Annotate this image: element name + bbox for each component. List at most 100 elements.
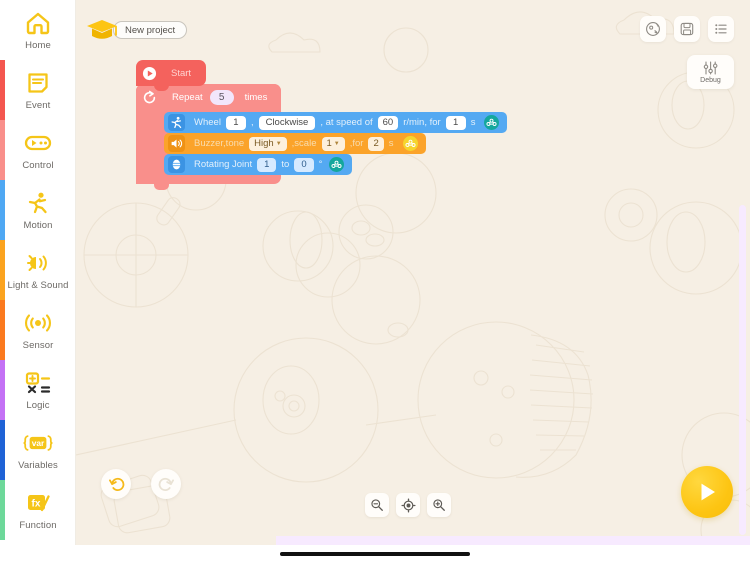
cloud-icon[interactable] [329,157,345,172]
sidebar-item-home[interactable]: Home [0,0,76,60]
horizontal-scrollbar[interactable] [276,536,750,545]
buzzer-label-1: Buzzer,tone [194,138,245,149]
repeat-label-before: Repeat [172,91,203,103]
sidebar-item-label: Sensor [22,340,54,351]
joint-label-1: Rotating Joint [194,159,253,170]
debug-button[interactable]: Debug [687,55,734,89]
svg-text:fx: fx [32,499,41,510]
top-toolbar [640,16,734,42]
variables-icon: var [23,429,53,457]
wheel-label-1: Wheel [194,117,221,128]
buzzer-label-for: ,for [349,138,364,149]
control-icon [23,129,53,157]
sidebar-item-light-sound[interactable]: Light & Sound [0,240,76,300]
run-play-icon [701,483,715,501]
loop-icon [142,90,157,105]
workspace-canvas[interactable]: New project Debug Repeat 5 times Start W… [76,0,750,545]
redo-icon [158,477,174,491]
joint-label-degree: ° [318,159,323,170]
sidebar-item-label: Light & Sound [7,280,69,291]
run-button[interactable] [681,466,733,518]
start-block[interactable]: Start [136,60,206,86]
joint-label-to: to [281,159,290,170]
graduation-cap-icon [85,16,119,44]
zoom-in-icon [433,499,445,511]
redo-button[interactable] [151,469,181,499]
repeat-count-input[interactable]: 5 [209,89,234,105]
sidebar-item-label: Control [22,160,54,171]
sidebar-item-control[interactable]: Control [0,120,76,180]
joint-angle-input[interactable]: 0 [294,157,314,172]
motion-icon [23,189,53,217]
speaker-icon [168,135,185,152]
wheel-label-comma: , [250,117,254,128]
repeat-label-after: times [244,91,268,103]
wheel-label-seconds: s [470,117,476,128]
project-chip[interactable]: New project [85,16,188,44]
sidebar-strip-control [0,120,5,180]
cloud-icon[interactable] [402,136,418,151]
joint-index-input[interactable]: 1 [257,157,277,172]
sensor-icon [23,309,53,337]
logic-icon [23,369,53,397]
buzzer-tone-select[interactable]: High ▼ [249,136,287,151]
buzzer-scale-value: 1 [326,138,332,149]
motion-run-icon [168,114,185,131]
repeat-block-arm [136,110,164,169]
center-target-icon [400,497,416,513]
wheel-label-unit: r/min, for [403,117,441,128]
sidebar-item-event[interactable]: Event [0,60,76,120]
cloud-icon[interactable] [484,115,500,130]
vertical-scrollbar[interactable] [739,205,746,535]
sidebar-item-logic[interactable]: Logic [0,360,76,420]
sidebar-item-label: Logic [26,400,50,411]
play-circle-icon [142,66,157,81]
buzzer-block[interactable]: Buzzer,tone High ▼ ,scale 1 ▼ ,for 2 s [164,133,426,154]
sidebar-item-variables[interactable]: var Variables [0,420,76,480]
home-indicator[interactable] [280,551,470,556]
undo-button[interactable] [101,469,131,499]
wheel-block[interactable]: Wheel 1 , Clockwise , at speed of 60 r/m… [164,112,508,133]
sidebar-strip-function [0,480,5,540]
buzzer-label-scale: ,scale [291,138,317,149]
sidebar-strip-motion [0,180,5,240]
sidebar-item-motion[interactable]: Motion [0,180,76,240]
sidebar-strip-sensor [0,300,5,360]
center-view-button[interactable] [396,493,420,517]
zoom-in-button[interactable] [427,493,451,517]
start-label: Start [171,67,192,79]
chevron-down-icon: ▼ [275,140,282,147]
sidebar-item-label: Motion [23,220,53,231]
light-sound-icon [23,249,53,277]
event-icon [23,69,53,97]
sidebar-strip-variables [0,420,5,480]
wheel-index-input[interactable]: 1 [225,115,246,130]
wheel-speed-input[interactable]: 60 [377,115,399,130]
chevron-down-icon: ▼ [333,140,340,147]
sidebar-item-label: Event [25,100,51,111]
sidebar-item-function[interactable]: fx Function [0,480,76,540]
function-icon: fx [23,489,53,517]
save-icon[interactable] [674,16,700,42]
wheel-label-speed: , at speed of [320,117,373,128]
list-icon[interactable] [708,16,734,42]
wheel-duration-input[interactable]: 1 [445,115,466,130]
undo-icon [108,477,124,491]
sidebar-item-label: Function [19,520,57,531]
sidebar-item-label: Home [25,40,51,51]
sliders-icon [703,61,718,75]
home-icon [23,9,53,37]
buzzer-duration-input[interactable]: 2 [368,136,384,151]
wheel-direction-input[interactable]: Clockwise [258,115,316,130]
project-name[interactable]: New project [113,21,188,39]
sidebar-item-sensor[interactable]: Sensor [0,300,76,360]
zoom-out-icon [371,499,383,511]
zoom-out-button[interactable] [365,493,389,517]
app-root: Home Event Control Motion Light & Sound … [0,0,750,562]
rotating-joint-block[interactable]: Rotating Joint 1 to 0 ° [164,154,353,175]
robot-preview-icon[interactable] [640,16,666,42]
buzzer-scale-select[interactable]: 1 ▼ [321,136,345,151]
sidebar-strip-event [0,60,5,120]
joint-icon [168,156,185,173]
svg-text:var: var [32,438,45,448]
